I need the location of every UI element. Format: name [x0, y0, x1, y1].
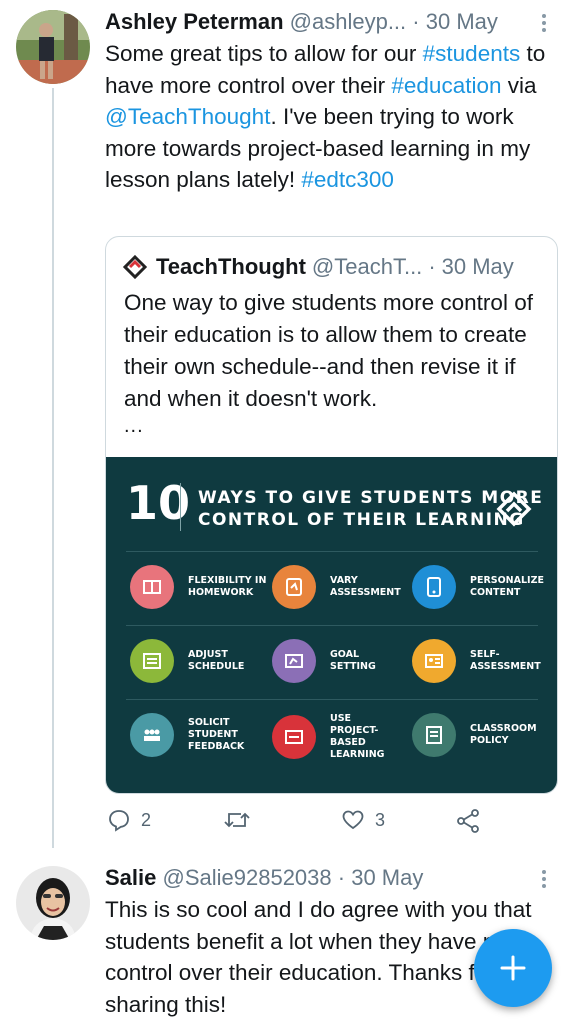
reply-button[interactable]: 2 — [107, 808, 151, 832]
tweet-text-segment: Some great tips to allow for our — [105, 41, 423, 66]
tweet-text-segment: via — [501, 72, 537, 98]
infographic-item-project: USE PROJECT- BASED LEARNING — [272, 713, 410, 761]
content-icon — [412, 565, 456, 609]
hashtag-link[interactable]: #edtc300 — [301, 167, 394, 192]
infographic-item-label: VARY ASSESSMENT — [330, 575, 401, 598]
infographic-rule — [126, 551, 538, 552]
tweet-date[interactable]: 30 May — [426, 9, 498, 34]
goal-icon — [272, 639, 316, 683]
infographic-item-self-assessment: SELF- ASSESSMENT — [412, 639, 550, 683]
thread-connector-line — [52, 88, 54, 848]
assessment-icon — [272, 565, 316, 609]
tweet1-header: Ashley Peterman @ashleyp... · 30 May — [105, 8, 498, 36]
like-button[interactable]: 3 — [341, 808, 385, 832]
share-icon — [457, 809, 479, 833]
infographic-item-label: USE PROJECT- BASED LEARNING — [330, 713, 385, 760]
infographic-item-policy: CLASSROOM POLICY — [412, 713, 550, 757]
more-vertical-icon[interactable] — [541, 870, 547, 891]
self-assessment-icon — [412, 639, 456, 683]
author-name[interactable]: Ashley Peterman — [105, 9, 284, 34]
infographic-item-label: GOAL SETTING — [330, 649, 376, 672]
separator-dot: · — [412, 9, 420, 34]
infographic-item-goal: GOAL SETTING — [272, 639, 410, 683]
infographic-title-line2: CONTROL OF THEIR LEARNING — [198, 510, 525, 530]
tweet1-action-bar: 2 3 — [105, 808, 505, 838]
more-vertical-icon[interactable] — [541, 14, 547, 35]
author-name[interactable]: Salie — [105, 865, 156, 890]
infographic-title: WAYS TO GIVE STUDENTS MORE CONTROL OF TH… — [198, 487, 543, 531]
reply-icon — [109, 810, 129, 832]
compose-tweet-button[interactable] — [474, 929, 552, 1007]
quoted-tweet-date: 30 May — [441, 254, 514, 279]
infographic-item-label: SOLICIT STUDENT FEEDBACK — [188, 717, 245, 752]
infographic-item-feedback: SOLICIT STUDENT FEEDBACK — [130, 713, 268, 757]
infographic-rule — [126, 625, 538, 626]
separator-dot: · — [337, 865, 346, 890]
retweet-button[interactable] — [223, 808, 261, 832]
hashtag-link[interactable]: #students — [423, 41, 521, 66]
quoted-author-name[interactable]: TeachThought — [156, 253, 306, 281]
infographic-item-schedule: ADJUST SCHEDULE — [130, 639, 268, 683]
retweet-icon — [224, 812, 250, 828]
teachthought-logo-icon — [122, 254, 148, 280]
teachthought-logo-icon — [496, 491, 532, 527]
infographic-item-label: FLEXIBILITY IN HOMEWORK — [188, 575, 267, 598]
share-button[interactable] — [455, 808, 481, 834]
quoted-tweet-card[interactable]: TeachThought @TeachT... · 30 May One way… — [105, 236, 558, 794]
infographic-item-label: PERSONALIZE CONTENT — [470, 575, 544, 598]
like-count: 3 — [375, 809, 386, 830]
author-handle[interactable]: @ashleyp... — [290, 9, 407, 34]
infographic-item-homework: FLEXIBILITY IN HOMEWORK — [130, 565, 268, 609]
separator-dot: · — [428, 254, 436, 279]
author-handle[interactable]: @Salie92852038 — [163, 865, 332, 890]
reply-count: 2 — [141, 809, 152, 830]
infographic-image[interactable]: 10 WAYS TO GIVE STUDENTS MORE CONTROL OF… — [106, 457, 557, 793]
quoted-tweet-text: One way to give students more control of… — [124, 290, 533, 411]
quoted-author-handle[interactable]: @TeachT... — [312, 253, 422, 281]
infographic-item-label: CLASSROOM POLICY — [470, 723, 537, 746]
quoted-tweet-ellipsis: ... — [124, 415, 144, 437]
infographic-item-assessment: VARY ASSESSMENT — [272, 565, 410, 609]
infographic-divider — [180, 483, 181, 531]
project-icon — [272, 715, 316, 759]
schedule-icon — [130, 639, 174, 683]
infographic-item-label: SELF- ASSESSMENT — [470, 649, 541, 672]
tweet-date[interactable]: 30 May — [351, 865, 423, 890]
avatar-ashley[interactable] — [16, 10, 90, 84]
heart-icon — [342, 810, 364, 830]
homework-icon — [130, 565, 174, 609]
feedback-icon — [130, 713, 174, 757]
quoted-tweet-header: TeachThought @TeachT... · 30 May — [122, 253, 514, 281]
hashtag-link[interactable]: #education — [391, 73, 501, 98]
policy-icon — [412, 713, 456, 757]
infographic-rule — [126, 699, 538, 700]
tweet2-header: Salie @Salie92852038 · 30 May — [105, 864, 423, 892]
plus-icon — [500, 955, 526, 981]
avatar-salie[interactable] — [16, 866, 90, 940]
infographic-item-content: PERSONALIZE CONTENT — [412, 565, 550, 609]
mention-link[interactable]: @TeachThought — [105, 104, 270, 129]
infographic-item-label: ADJUST SCHEDULE — [188, 649, 245, 672]
tweet1-text: Some great tips to allow for our #studen… — [105, 38, 565, 196]
infographic-title-line1: WAYS TO GIVE STUDENTS MORE — [198, 488, 544, 508]
